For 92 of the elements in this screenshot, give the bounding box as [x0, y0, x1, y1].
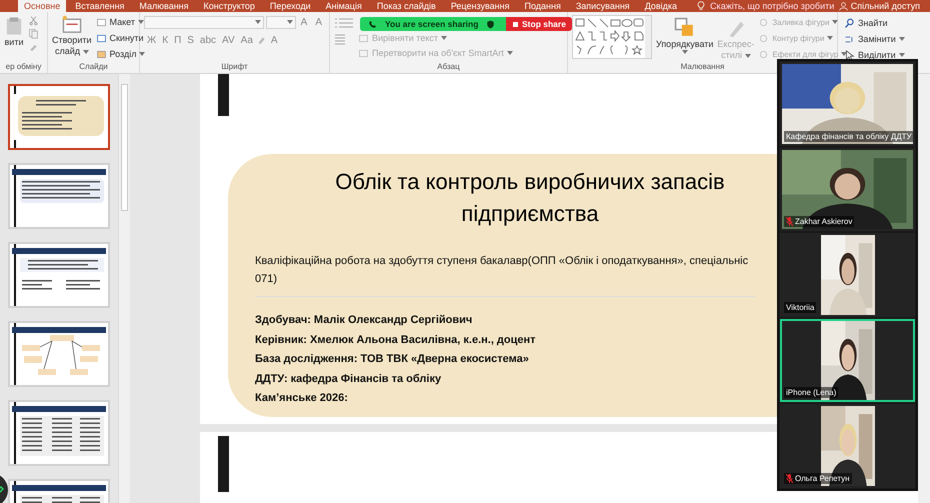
phone-icon — [368, 20, 377, 28]
accent-bar — [218, 436, 229, 492]
font-name-field[interactable] — [144, 16, 264, 28]
slide-subtitle: Кваліфікаційна робота на здобуття ступеня бакалавр(ОПП «Облік і оподаткування», спеціальніс 071) — [255, 254, 750, 287]
caret-icon — [841, 52, 848, 56]
caret-icon — [506, 51, 513, 55]
caret-icon — [682, 50, 688, 54]
format-button[interactable]: К — [159, 33, 172, 47]
slide-command[interactable]: Розділ — [96, 47, 146, 61]
shield-icon — [486, 20, 496, 28]
slide-title: Облік та контроль виробничих запасів — [335, 168, 725, 196]
ribbon-tab[interactable]: Записування — [570, 0, 636, 12]
align-icon — [334, 34, 346, 45]
stop-share-button[interactable]: Stop share — [506, 17, 572, 31]
paste-button[interactable]: вити — [4, 15, 24, 62]
accent-bar — [218, 74, 229, 116]
caret-icon — [139, 52, 146, 56]
share-button[interactable]: Спільний доступ — [838, 0, 920, 12]
format-button[interactable]: AV — [219, 33, 238, 47]
scissors-icon — [28, 15, 39, 26]
participant-name: Ольга Репетун — [784, 472, 852, 484]
caret-icon — [898, 53, 905, 57]
caret-icon — [286, 20, 293, 24]
font-size-button[interactable]: A — [298, 15, 310, 29]
group-label: Шрифт — [220, 62, 249, 73]
editing-command[interactable]: Виділити — [844, 48, 905, 62]
arrange-button[interactable]: Упорядкувати — [656, 15, 714, 62]
ribbon-tab[interactable]: Рецензування — [444, 0, 516, 12]
slide-detail: Керівник: Хмелюк Альона Василівна, к.е.н., доцент — [255, 332, 536, 348]
participant-name: Кафедра фінансів та обліку ДДТУ — [784, 130, 913, 142]
tell-me-search[interactable]: Скажіть, що потрібно зробити — [696, 0, 834, 12]
video-tile[interactable]: Ольга Репетун — [780, 404, 915, 488]
arrange-icon — [674, 17, 696, 39]
slide-icon — [60, 15, 83, 35]
ribbon-tab[interactable]: Вставлення — [69, 0, 130, 12]
format-button[interactable]: abc — [196, 33, 220, 47]
caret-icon — [744, 54, 751, 58]
participant-name: Viktoriia — [784, 302, 816, 313]
font-color-button[interactable]: A — [268, 33, 281, 47]
caret-icon — [827, 36, 834, 40]
video-tile[interactable]: Zakhar Askierov — [780, 148, 915, 232]
bullet-list-icon — [334, 17, 354, 28]
search-icon — [844, 18, 855, 28]
slide-command[interactable]: Макет — [96, 15, 146, 29]
ribbon-tab[interactable]: Малювання — [133, 0, 195, 12]
ribbon-tab[interactable]: Анімація — [320, 0, 368, 12]
ribbon-tab[interactable]: Конструктор — [198, 0, 261, 12]
slide-detail: Здобувач: Малік Олександр Сергійович — [255, 313, 472, 328]
stop-icon — [512, 20, 519, 28]
section-icon — [96, 48, 106, 60]
format-button[interactable]: Aa — [238, 33, 256, 47]
video-tile[interactable]: iPhone (Lena) — [780, 318, 915, 402]
ribbon-tab[interactable]: Переходи — [264, 0, 317, 12]
font-size-button[interactable]: A — [312, 15, 325, 29]
layout-icon — [96, 16, 106, 28]
caret-icon — [138, 20, 144, 24]
copy-icon — [28, 28, 39, 39]
sharing-status: You are screen sharing — [360, 17, 506, 31]
new-slide-button[interactable]: Створити слайд — [52, 15, 92, 62]
caret-icon — [82, 50, 89, 54]
ribbon-tab[interactable]: Показ слайдів — [370, 0, 442, 12]
slide-thumbnail[interactable] — [8, 84, 110, 150]
group-label: Абзац — [436, 62, 461, 73]
shape-gallery[interactable] — [572, 15, 652, 59]
caret-icon — [832, 20, 838, 24]
slide-detail: База дослідження: ТОВ ТВК «Дверна екосистема» — [255, 352, 529, 367]
participant-name: iPhone (Lena) — [784, 387, 838, 398]
group-label: Малювання — [680, 62, 726, 73]
format-button[interactable]: П — [171, 33, 184, 47]
group-label: ер обміну — [4, 62, 42, 73]
slide-command[interactable]: Скинути — [96, 31, 146, 45]
ribbon-tab[interactable]: Основне — [18, 0, 66, 12]
ribbon-tab[interactable]: Подання — [518, 0, 567, 12]
clipboard-icon — [4, 15, 24, 37]
scrollbar[interactable] — [118, 74, 130, 503]
group-label: Слайди — [78, 62, 109, 73]
font-size-field[interactable] — [266, 16, 296, 28]
slide-detail: ДДТУ: кафедра Фінансів та обліку — [255, 372, 442, 386]
video-tile[interactable]: Viktoriia — [780, 233, 915, 317]
video-tile[interactable]: Кафедра фінансів та обліку ДДТУ — [780, 62, 915, 146]
scrollbar[interactable] — [918, 74, 930, 503]
cursor-icon — [844, 50, 855, 60]
slide-title: підприємства — [461, 200, 599, 228]
caret-icon — [898, 37, 905, 41]
format-button[interactable]: Ж — [144, 33, 160, 47]
format-button[interactable]: S — [184, 33, 197, 47]
participant-name: Zakhar Askierov — [784, 216, 854, 228]
caret-icon — [255, 20, 262, 24]
ribbon-tab[interactable]: Довідка — [638, 0, 684, 12]
caret-icon — [441, 36, 447, 40]
slide-detail: Кам’янське 2026: — [255, 391, 348, 406]
lightbulb-icon — [696, 1, 706, 11]
